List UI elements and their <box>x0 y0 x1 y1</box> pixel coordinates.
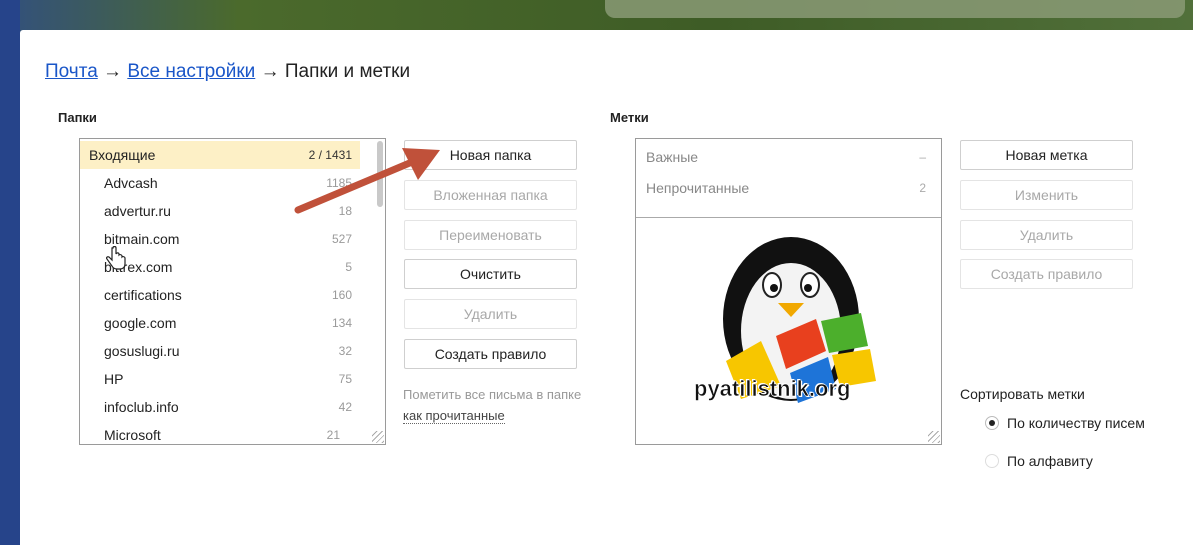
sort-by-alpha-label: По алфавиту <box>1007 453 1093 469</box>
breadcrumb-separator: → <box>103 61 123 82</box>
folder-name: HP <box>104 371 124 387</box>
folder-count: 527 <box>331 232 352 246</box>
folder-name: google.com <box>104 315 177 331</box>
folder-name: infoclub.info <box>104 399 179 415</box>
folder-name: Microsoft <box>104 427 161 443</box>
hand-cursor-icon <box>106 246 126 270</box>
sort-labels-title: Сортировать метки <box>960 386 1085 402</box>
folder-count: 160 <box>331 288 352 302</box>
folder-count: 42 <box>338 400 352 414</box>
breadcrumb-current: Папки и метки <box>284 61 411 82</box>
folder-name: gosuslugi.ru <box>104 343 180 359</box>
delete-label-button[interactable]: Удалить <box>960 220 1133 250</box>
breadcrumb-settings-link[interactable]: Все настройки <box>127 61 255 82</box>
label-name: Важные <box>646 149 699 165</box>
breadcrumb-separator: → <box>260 61 280 82</box>
resize-handle-icon[interactable] <box>372 431 384 443</box>
rename-folder-button[interactable]: Переименовать <box>404 220 577 250</box>
mark-read-link[interactable]: как прочитанные <box>403 408 505 424</box>
create-label-rule-button[interactable]: Создать правило <box>960 259 1133 289</box>
label-count: – <box>919 150 926 164</box>
label-count: 2 <box>919 181 926 195</box>
folder-count: 5 <box>345 260 352 274</box>
label-name: Непрочитанные <box>646 180 750 196</box>
delete-folder-button[interactable]: Удалить <box>404 299 577 329</box>
folder-name: advertur.ru <box>104 203 171 219</box>
mark-read-note: Пометить все письма в папке как прочитан… <box>403 384 583 426</box>
folder-count: 21 <box>326 428 340 442</box>
radio-checked-icon[interactable] <box>985 416 999 430</box>
sort-by-alpha-option[interactable]: По алфавиту <box>985 453 1093 469</box>
clear-folder-button[interactable]: Очистить <box>404 259 577 289</box>
labels-title: Метки <box>610 110 649 125</box>
folder-item[interactable]: HP 75 <box>80 365 360 393</box>
breadcrumb: Почта → Все настройки → Папки и метки <box>45 61 410 83</box>
annotation-arrow-icon <box>294 148 440 214</box>
labels-list[interactable]: Важные – Непрочитанные 2 pyatilistnik.or… <box>635 138 942 445</box>
folder-name: Advcash <box>104 175 158 191</box>
folders-title: Папки <box>58 110 97 125</box>
top-tab-strip <box>605 0 1185 18</box>
folder-count: 32 <box>338 344 352 358</box>
edit-label-button[interactable]: Изменить <box>960 180 1133 210</box>
desktop-top-band <box>0 0 1193 34</box>
sort-by-count-option[interactable]: По количеству писем <box>985 415 1145 431</box>
folder-name: certifications <box>104 287 182 303</box>
folder-item[interactable]: certifications 160 <box>80 281 360 309</box>
resize-handle-icon[interactable] <box>928 431 940 443</box>
watermark-text: pyatilistnik.org <box>694 376 851 402</box>
folder-item[interactable]: google.com 134 <box>80 309 360 337</box>
breadcrumb-mail-link[interactable]: Почта <box>45 61 98 82</box>
folder-name: bitmain.com <box>104 231 180 247</box>
label-item-important[interactable]: Важные – <box>636 142 936 172</box>
sort-by-count-label: По количеству писем <box>1007 415 1145 431</box>
folder-count: 75 <box>338 372 352 386</box>
labels-divider <box>636 217 941 218</box>
folder-item[interactable]: Microsoft 21 <box>80 421 360 444</box>
folder-count: 134 <box>331 316 352 330</box>
create-rule-button[interactable]: Создать правило <box>404 339 577 369</box>
folder-name: Входящие <box>89 147 156 163</box>
label-item-unread[interactable]: Непрочитанные 2 <box>636 173 936 203</box>
folder-item[interactable]: infoclub.info 42 <box>80 393 360 421</box>
mark-read-text: Пометить все письма в папке <box>403 387 582 402</box>
new-label-button[interactable]: Новая метка <box>960 140 1133 170</box>
window-left-frame <box>0 0 20 545</box>
settings-panel: Почта → Все настройки → Папки и метки Па… <box>20 30 1193 545</box>
radio-unchecked-icon[interactable] <box>985 454 999 468</box>
folder-item[interactable]: gosuslugi.ru 32 <box>80 337 360 365</box>
